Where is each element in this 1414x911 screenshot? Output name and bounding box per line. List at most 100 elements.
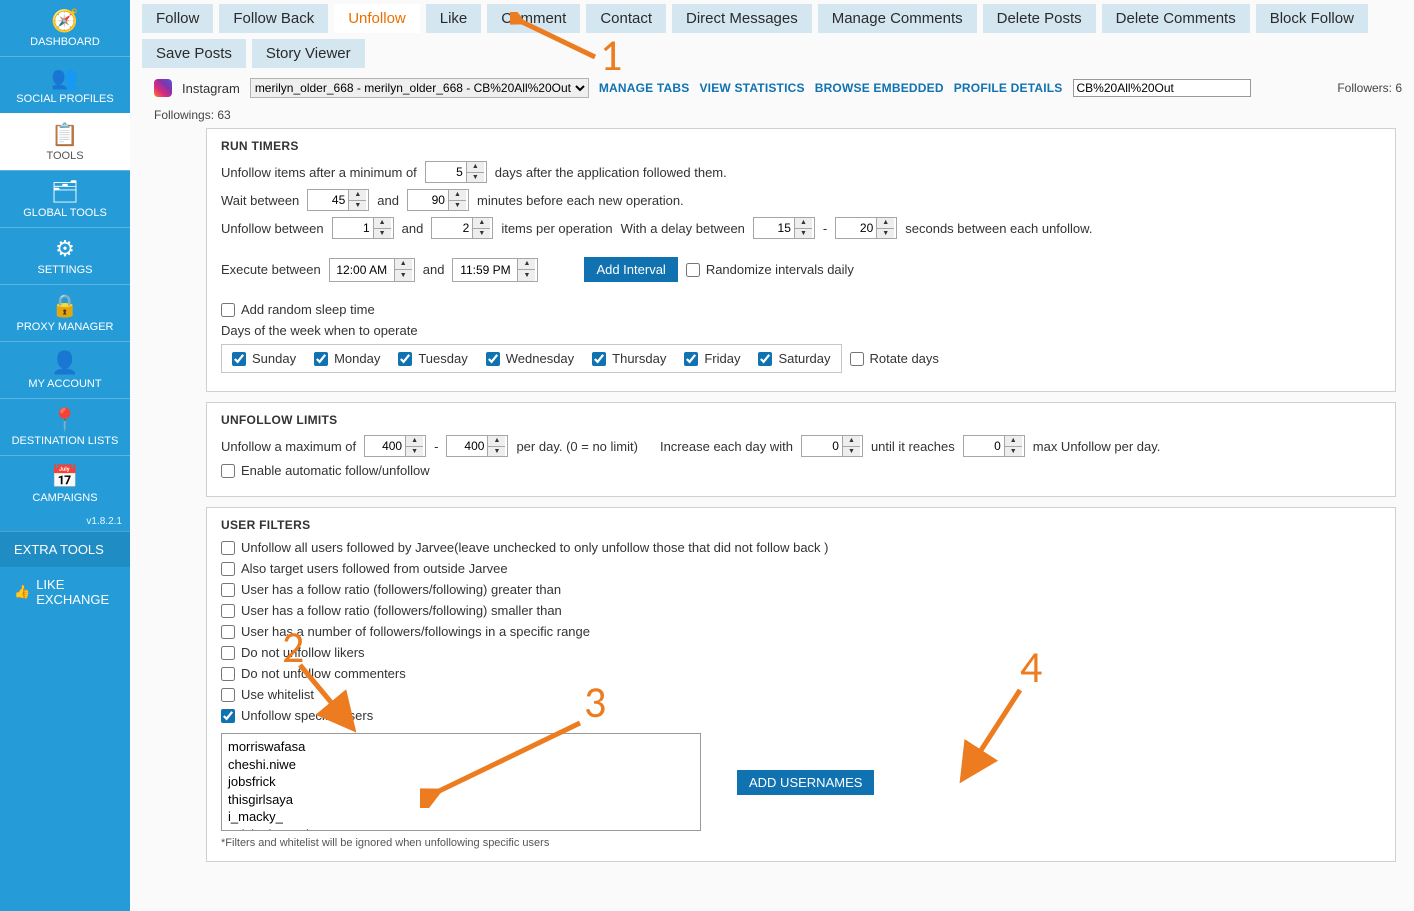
items-min-input[interactable] [333,218,373,238]
add-usernames-button[interactable]: ADD USERNAMES [737,770,874,795]
add-sleep-checkbox[interactable]: Add random sleep time [221,302,375,317]
like-exchange[interactable]: 👍 LIKE EXCHANGE [0,567,130,617]
day-friday[interactable]: Friday [684,351,740,366]
day-wednesday[interactable]: Wednesday [486,351,574,366]
sidebar-label: PROXY MANAGER [4,321,126,333]
profile-details-link[interactable]: PROFILE DETAILS [954,81,1063,95]
tab-story-viewer[interactable]: Story Viewer [252,39,365,68]
delay-max-stepper[interactable]: ▲▼ [835,217,897,239]
label: - [434,439,438,454]
exec-from-input[interactable] [330,259,394,281]
exec-to-time[interactable]: ▲▼ [452,258,538,282]
day-monday[interactable]: Monday [314,351,380,366]
exec-from-time[interactable]: ▲▼ [329,258,415,282]
exec-to-input[interactable] [453,259,517,281]
filter-checkbox-4[interactable]: User has a number of followers/following… [221,624,1381,639]
sidebar: 🧭DASHBOARD👥SOCIAL PROFILES📋TOOLS🗂GLOBAL … [0,0,130,911]
filter-label: User has a number of followers/following… [241,624,590,639]
delay-min-stepper[interactable]: ▲▼ [753,217,815,239]
filter-checkbox-2[interactable]: User has a follow ratio (followers/follo… [221,582,1381,597]
version-label: v1.8.2.1 [0,512,130,531]
label: per day. (0 = no limit) [516,439,638,454]
tab-delete-posts[interactable]: Delete Posts [983,4,1096,33]
wait-min-input[interactable] [308,190,348,210]
min-days-input[interactable] [426,162,466,182]
extra-tools[interactable]: EXTRA TOOLS [0,531,130,567]
sidebar-item-my-account[interactable]: 👤MY ACCOUNT [0,341,130,398]
filters-footnote: *Filters and whitelist will be ignored w… [221,837,1381,849]
auto-follow-checkbox[interactable]: Enable automatic follow/unfollow [221,463,430,478]
filter-checkbox-0[interactable]: Unfollow all users followed by Jarvee(le… [221,540,1381,555]
max-min-stepper[interactable]: ▲▼ [364,435,426,457]
randomize-checkbox[interactable]: Randomize intervals daily [686,262,854,277]
reaches-stepper[interactable]: ▲▼ [963,435,1025,457]
label: seconds between each unfollow. [905,221,1092,236]
sidebar-item-global-tools[interactable]: 🗂GLOBAL TOOLS [0,170,130,227]
view-statistics-link[interactable]: VIEW STATISTICS [699,81,804,95]
filter-checkbox-5[interactable]: Do not unfollow likers [221,645,1381,660]
profile-select[interactable]: merilyn_older_668 - merilyn_older_668 - … [250,78,589,98]
label: Unfollow a maximum of [221,439,356,454]
max-min-input[interactable] [365,436,405,456]
day-label: Wednesday [506,351,574,366]
thumbs-up-icon: 👍 [14,584,30,600]
sidebar-item-destination-lists[interactable]: 📍DESTINATION LISTS [0,398,130,455]
sidebar-item-settings[interactable]: ⚙SETTINGS [0,227,130,284]
tab-block-follow[interactable]: Block Follow [1256,4,1368,33]
items-max-stepper[interactable]: ▲▼ [431,217,493,239]
items-max-input[interactable] [432,218,472,238]
sidebar-item-dashboard[interactable]: 🧭DASHBOARD [0,0,130,56]
max-max-input[interactable] [447,436,487,456]
tab-follow-back[interactable]: Follow Back [219,4,328,33]
filter-checkbox-6[interactable]: Do not unfollow commenters [221,666,1381,681]
sidebar-label: SETTINGS [4,264,126,276]
sidebar-item-proxy-manager[interactable]: 🔒PROXY MANAGER [0,284,130,341]
increase-stepper[interactable]: ▲▼ [801,435,863,457]
rotate-days-checkbox[interactable]: Rotate days [850,351,939,366]
filter-checkbox-1[interactable]: Also target users followed from outside … [221,561,1381,576]
tab-comment[interactable]: Comment [487,4,580,33]
delay-max-input[interactable] [836,218,876,238]
label: max Unfollow per day. [1033,439,1161,454]
wait-max-input[interactable] [408,190,448,210]
tab-like[interactable]: Like [426,4,482,33]
day-sunday[interactable]: Sunday [232,351,296,366]
tab-save-posts[interactable]: Save Posts [142,39,246,68]
usernames-textarea[interactable] [221,733,701,831]
tab-unfollow[interactable]: Unfollow [334,4,420,33]
label: minutes before each new operation. [477,193,684,208]
tab-delete-comments[interactable]: Delete Comments [1102,4,1250,33]
tab-manage-comments[interactable]: Manage Comments [818,4,977,33]
filter-checkbox-7[interactable]: Use whitelist [221,687,1381,702]
min-days-stepper[interactable]: ▲▼ [425,161,487,183]
max-max-stepper[interactable]: ▲▼ [446,435,508,457]
tab-follow[interactable]: Follow [142,4,213,33]
wait-min-stepper[interactable]: ▲▼ [307,189,369,211]
account-bar: Instagram merilyn_older_668 - merilyn_ol… [136,74,1408,124]
items-min-stepper[interactable]: ▲▼ [332,217,394,239]
manage-tabs-link[interactable]: MANAGE TABS [599,81,690,95]
tab-contact[interactable]: Contact [586,4,666,33]
tab-direct-messages[interactable]: Direct Messages [672,4,812,33]
sidebar-item-campaigns[interactable]: 📅CAMPAIGNS [0,455,130,512]
platform-label: Instagram [182,81,240,96]
browse-embedded-link[interactable]: BROWSE EMBEDDED [815,81,944,95]
add-interval-button[interactable]: Add Interval [584,257,677,282]
day-saturday[interactable]: Saturday [758,351,830,366]
sidebar-item-social-profiles[interactable]: 👥SOCIAL PROFILES [0,56,130,113]
reaches-input[interactable] [964,436,1004,456]
day-tuesday[interactable]: Tuesday [398,351,467,366]
days-box: Sunday Monday Tuesday Wednesday Thursday Frid… [221,344,842,373]
increase-input[interactable] [802,436,842,456]
wait-max-stepper[interactable]: ▲▼ [407,189,469,211]
label: and [423,262,445,277]
sidebar-icon: 📅 [4,466,126,488]
profile-details-input[interactable] [1073,79,1251,97]
sidebar-item-tools[interactable]: 📋TOOLS [0,113,130,170]
filter-checkbox-3[interactable]: User has a follow ratio (followers/follo… [221,603,1381,618]
filter-checkbox-8[interactable]: Unfollow specific users [221,708,1381,723]
rotate-days-label: Rotate days [870,351,939,366]
randomize-label: Randomize intervals daily [706,262,854,277]
day-thursday[interactable]: Thursday [592,351,666,366]
delay-min-input[interactable] [754,218,794,238]
